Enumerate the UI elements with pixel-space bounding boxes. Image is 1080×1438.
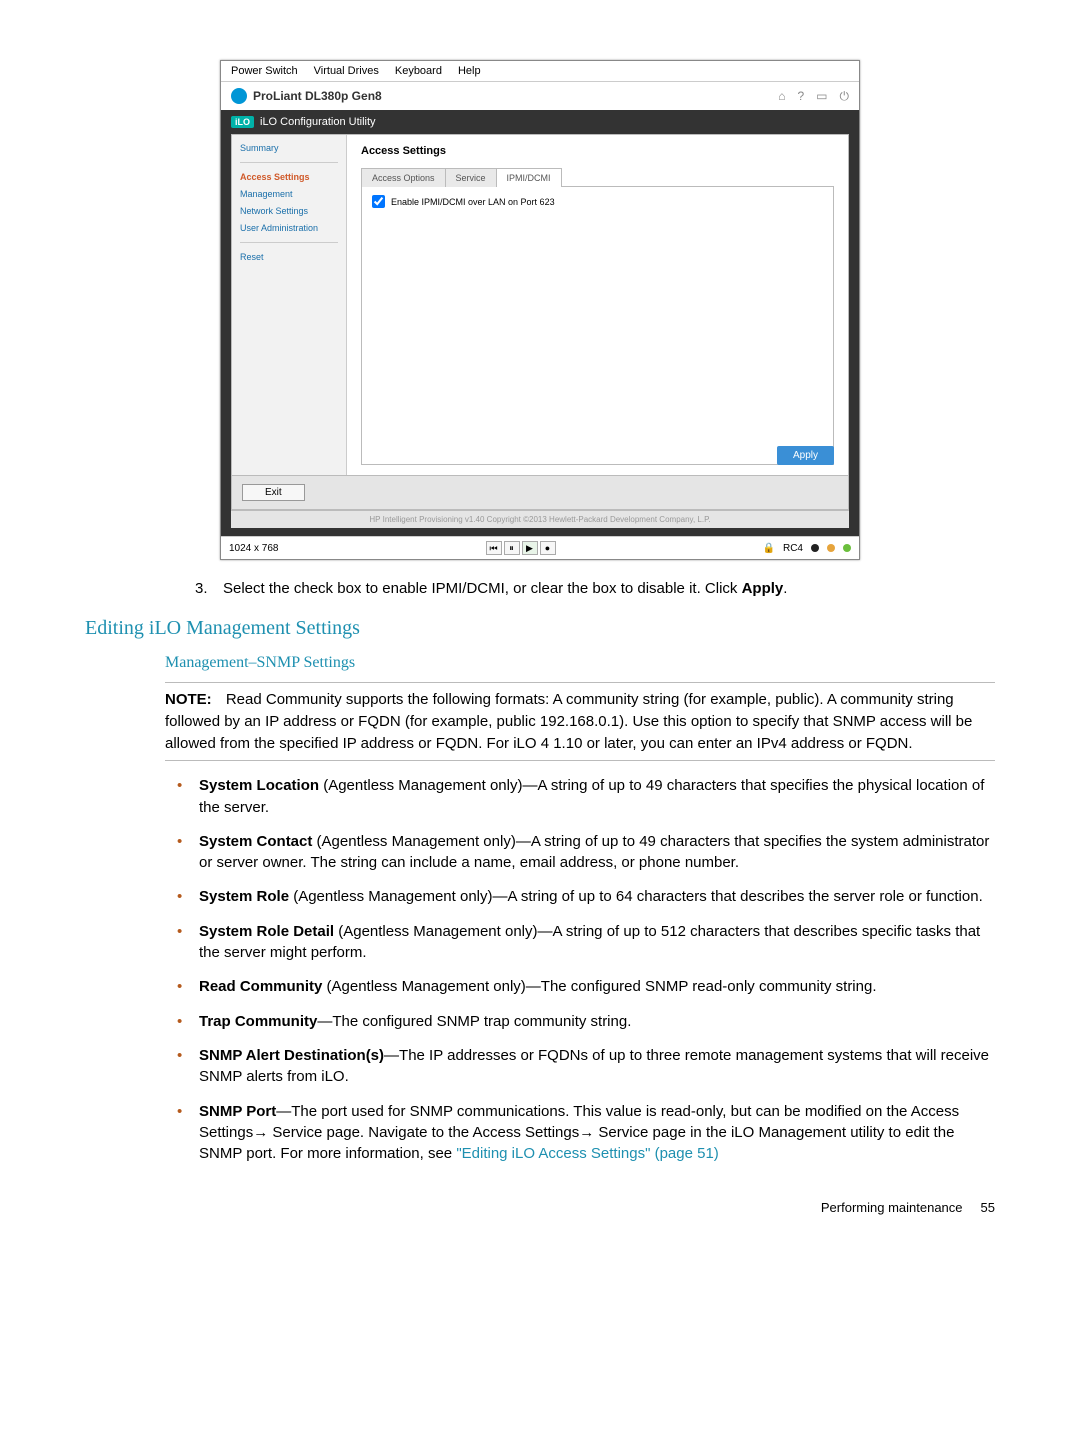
lang-icon[interactable]: ▭ [816,89,827,104]
sidebar-item-user-administration[interactable]: User Administration [240,223,338,233]
sidebar: Summary Access Settings Management Netwo… [232,135,347,475]
status-dot-orange [827,544,835,552]
exit-button[interactable]: Exit [242,484,305,501]
help-icon[interactable]: ? [797,89,804,104]
snmp-fields-list: System Location (Agentless Management on… [165,775,995,1164]
menu-help[interactable]: Help [458,65,481,77]
enable-ipmi-dcmi-label: Enable IPMI/DCMI over LAN on Port 623 [391,197,555,207]
apply-button[interactable]: Apply [777,446,834,465]
tab-access-options[interactable]: Access Options [361,168,446,187]
status-dot-black [811,544,819,552]
field-system-role: System Role (Agentless Management only)—… [165,886,995,907]
utility-title-text: iLO Configuration Utility [260,116,376,128]
record-button[interactable]: ● [540,541,556,555]
tab-panel-ipmi-dcmi: Enable IPMI/DCMI over LAN on Port 623 [361,186,834,465]
sidebar-item-management[interactable]: Management [240,189,338,199]
ilo-badge: iLO [231,116,254,128]
sidebar-item-reset[interactable]: Reset [240,252,338,262]
status-bar: 1024 x 768 ⏮ ⏸ ▶ ● 🔒 RC4 [221,536,859,559]
sidebar-item-access-settings[interactable]: Access Settings [240,172,338,182]
app-titlebar: ProLiant DL380p Gen8 ⌂ ? ▭ ⏻ [221,82,859,110]
menu-virtual-drives[interactable]: Virtual Drives [314,65,379,77]
field-system-location: System Location (Agentless Management on… [165,775,995,818]
field-system-contact: System Contact (Agentless Management onl… [165,831,995,874]
power-icon[interactable]: ⏻ [840,89,850,104]
heading-editing-ilo-management: Editing iLO Management Settings [85,617,995,640]
step-apply-word: Apply [742,580,784,597]
note-text: Read Community supports the following fo… [165,691,972,752]
sidebar-item-network-settings[interactable]: Network Settings [240,206,338,216]
panel-footer: Exit [231,475,849,510]
field-snmp-alert-destinations: SNMP Alert Destination(s)—The IP address… [165,1045,995,1088]
step-text-a: Select the check box to enable IPMI/DCMI… [223,580,742,597]
ilo-screenshot: Power Switch Virtual Drives Keyboard Hel… [220,60,860,560]
footer-page-number: 55 [981,1200,995,1215]
sidebar-item-summary[interactable]: Summary [240,143,338,153]
enable-ipmi-dcmi-row[interactable]: Enable IPMI/DCMI over LAN on Port 623 [372,195,823,208]
field-snmp-port: SNMP Port—The port used for SNMP communi… [165,1101,995,1165]
heading-management-snmp: Management–SNMP Settings [165,654,995,672]
field-trap-community: Trap Community—The configured SNMP trap … [165,1011,995,1032]
remote-console-menubar: Power Switch Virtual Drives Keyboard Hel… [221,61,859,82]
rewind-button[interactable]: ⏮ [486,541,502,555]
utility-title: iLO iLO Configuration Utility [221,110,859,134]
xref-editing-ilo-access-settings[interactable]: "Editing iLO Access Settings" (page 51) [456,1145,718,1162]
tab-strip: Access Options Service IPMI/DCMI [361,167,834,186]
home-icon[interactable]: ⌂ [778,89,785,104]
field-system-role-detail: System Role Detail (Agentless Management… [165,921,995,964]
menu-keyboard[interactable]: Keyboard [395,65,442,77]
note-block: NOTE: Read Community supports the follow… [165,682,995,761]
footer-section-label: Performing maintenance [821,1200,963,1215]
enable-ipmi-dcmi-checkbox[interactable] [372,195,385,208]
menu-power-switch[interactable]: Power Switch [231,65,298,77]
note-label: NOTE: [165,691,212,708]
resolution-label: 1024 x 768 [229,543,279,554]
main-heading: Access Settings [361,145,834,157]
step-text-b: . [783,580,787,597]
page-footer: Performing maintenance 55 [85,1200,995,1215]
field-read-community: Read Community (Agentless Management onl… [165,976,995,997]
copyright-text: HP Intelligent Provisioning v1.40 Copyri… [231,510,849,528]
step-number: 3. [195,578,208,599]
product-title: ProLiant DL380p Gen8 [253,89,382,103]
step-3: 3. Select the check box to enable IPMI/D… [195,578,995,599]
main-panel: Access Settings Access Options Service I… [347,135,848,475]
status-dot-green [843,544,851,552]
encryption-label: RC4 [783,543,803,554]
pause-button[interactable]: ⏸ [504,541,520,555]
play-button[interactable]: ▶ [522,541,538,555]
tab-service[interactable]: Service [446,168,497,187]
lock-icon: 🔒 [763,543,775,554]
tab-ipmi-dcmi[interactable]: IPMI/DCMI [497,168,562,187]
hp-logo-icon [231,88,247,104]
